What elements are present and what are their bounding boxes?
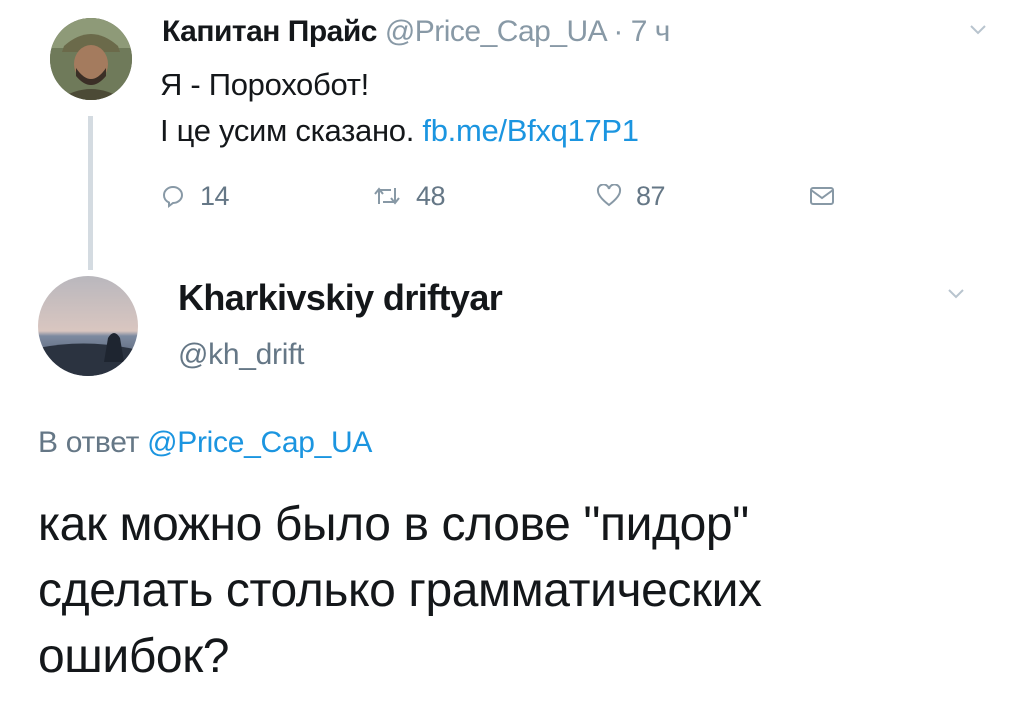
avatar-photo [38, 276, 138, 376]
retweet-icon [374, 187, 400, 205]
tweet-text-line: Я - Порохобот! [160, 67, 369, 102]
author-name[interactable]: Капитан Прайс [162, 15, 377, 48]
message-icon [810, 187, 834, 205]
like-count: 87 [636, 180, 666, 211]
author-name[interactable]: Kharkivskiy driftyar [178, 276, 503, 320]
tweet-text-line: как можно было в слове "пидор" [38, 498, 749, 551]
avatar[interactable] [50, 18, 132, 100]
separator: · [613, 15, 623, 48]
reply-count: 14 [200, 180, 230, 211]
tweet-header: Капитан Прайс @Price_Cap_UA · 7 ч [162, 14, 670, 50]
avatar[interactable] [38, 276, 138, 376]
chevron-down-icon[interactable] [946, 284, 966, 307]
avatar-photo [50, 18, 132, 100]
tweet-text-line-2: І це усим сказано. fb.me/Bfxq17P1 [160, 112, 639, 150]
chevron-down-icon[interactable] [968, 20, 988, 43]
timestamp[interactable]: 7 ч [631, 15, 671, 48]
retweet-button[interactable]: 48 [372, 178, 446, 214]
reply-context: В ответ @Price_Cap_UA [38, 424, 372, 462]
like-button[interactable]: 87 [596, 178, 666, 214]
author-handle[interactable]: @kh_drift [178, 336, 304, 374]
retweet-count: 48 [416, 180, 446, 211]
message-button[interactable] [808, 178, 850, 214]
like-icon [596, 184, 622, 207]
reply-icon [163, 186, 183, 208]
tweet-text: І це усим сказано. [160, 113, 415, 148]
tweet-text-line: ошибок? [38, 630, 230, 683]
author-handle[interactable]: @Price_Cap_UA [385, 15, 606, 48]
reply-button[interactable]: 14 [160, 178, 230, 214]
tweet-link[interactable]: fb.me/Bfxq17P1 [422, 113, 639, 148]
reply-prefix: В ответ [38, 426, 140, 459]
thread-line [88, 116, 93, 270]
tweet-text-line: сделать столько грамматических [38, 564, 762, 617]
reply-mention[interactable]: @Price_Cap_UA [147, 426, 372, 459]
